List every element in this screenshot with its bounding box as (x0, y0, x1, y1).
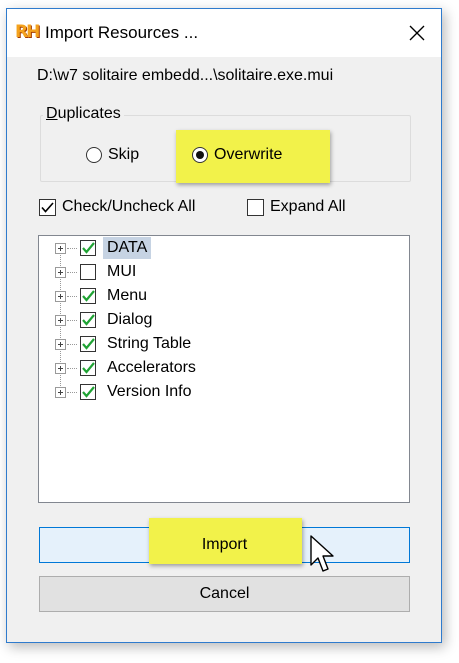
tree-branch-line (67, 296, 77, 297)
skip-radio[interactable]: Skip (86, 146, 139, 164)
green-checkmark-icon (81, 314, 95, 326)
tree-item[interactable]: Dialog (39, 309, 339, 331)
tree-item[interactable]: Menu (39, 285, 339, 307)
mouse-pointer-icon (310, 535, 334, 572)
tree-item-label[interactable]: Dialog (103, 309, 156, 331)
checkmark-icon (41, 201, 54, 213)
green-checkmark-icon (81, 242, 95, 254)
tree-branch-line (67, 248, 77, 249)
tree-branch-line (67, 368, 77, 369)
tree-branch-line (67, 320, 77, 321)
green-checkmark-icon (81, 290, 95, 302)
tree-item-checkbox[interactable] (80, 336, 96, 352)
check-uncheck-all-checkbox[interactable]: Check/Uncheck All (39, 198, 195, 216)
green-checkmark-icon (81, 338, 95, 350)
expand-plus-icon[interactable] (55, 387, 66, 398)
tree-item-checkbox[interactable] (80, 264, 96, 280)
resource-hacker-app-icon: RH (15, 22, 40, 42)
skip-radio-label: Skip (108, 146, 140, 163)
tree-item[interactable]: Version Info (39, 381, 339, 403)
tree-item[interactable]: MUI (39, 261, 339, 283)
tree-item-label[interactable]: MUI (103, 261, 140, 283)
skip-radio-circle[interactable] (86, 147, 102, 163)
expand-all-label: Expand All (270, 198, 346, 215)
tree-item-checkbox[interactable] (80, 360, 96, 376)
expand-plus-icon[interactable] (55, 243, 66, 254)
close-icon (409, 25, 425, 41)
expand-plus-icon[interactable] (55, 291, 66, 302)
tree-item-checkbox[interactable] (80, 384, 96, 400)
tree-branch-line (67, 344, 77, 345)
tree-item[interactable]: Accelerators (39, 357, 339, 379)
expand-plus-icon[interactable] (55, 267, 66, 278)
check-uncheck-all-box[interactable] (39, 198, 56, 216)
tree-item-checkbox[interactable] (80, 240, 96, 256)
tree-item-label[interactable]: Accelerators (103, 357, 200, 379)
resource-tree-view[interactable]: DATA MUI Menu Dialog String Table Accele… (38, 235, 410, 503)
green-checkmark-icon (81, 362, 95, 374)
title-bar[interactable]: RH Import Resources ... (7, 9, 441, 57)
expand-plus-icon[interactable] (55, 339, 66, 350)
expand-plus-icon[interactable] (55, 363, 66, 374)
close-button[interactable] (393, 9, 441, 57)
tree-item-checkbox[interactable] (80, 288, 96, 304)
import-resources-dialog: RH Import Resources ... D:\w7 solitaire … (6, 8, 442, 643)
expand-plus-icon[interactable] (55, 315, 66, 326)
tree-item-label[interactable]: Menu (103, 285, 151, 307)
expand-all-box[interactable] (247, 198, 264, 216)
tree-branch-line (67, 392, 77, 393)
green-checkmark-icon (81, 386, 95, 398)
tree-branch-line (67, 272, 77, 273)
tree-item-label[interactable]: DATA (103, 237, 152, 259)
tree-item[interactable]: DATA (39, 237, 339, 259)
duplicates-group-title: Duplicates (43, 105, 124, 123)
overwrite-radio[interactable]: Overwrite (192, 146, 282, 164)
tree-item-label[interactable]: String Table (103, 333, 195, 355)
import-highlight-annotation (149, 518, 302, 564)
cancel-button[interactable]: Cancel (39, 576, 410, 612)
overwrite-radio-circle[interactable] (192, 147, 208, 163)
window-title: Import Resources ... (45, 23, 199, 42)
expand-all-checkbox[interactable]: Expand All (247, 198, 346, 216)
tree-item-checkbox[interactable] (80, 312, 96, 328)
tree-item-label[interactable]: Version Info (103, 381, 196, 403)
file-path-label: D:\w7 solitaire embedd...\solitaire.exe.… (37, 67, 334, 84)
check-uncheck-all-label: Check/Uncheck All (62, 198, 196, 215)
tree-item[interactable]: String Table (39, 333, 339, 355)
overwrite-radio-label: Overwrite (214, 146, 283, 163)
cancel-button-label: Cancel (199, 585, 250, 602)
